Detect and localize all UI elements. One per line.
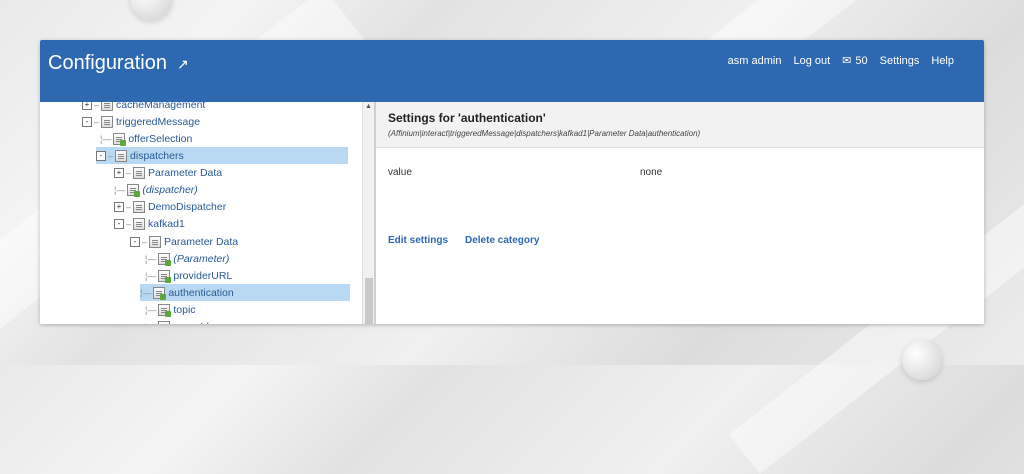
config-tree: + – cacheManagement - – triggeredMessage ¦— off… — [40, 102, 374, 324]
tree-connector: – — [94, 102, 100, 110]
tree-node-label: authentication — [168, 286, 234, 299]
tree-node-label: Parameter Data — [164, 235, 239, 248]
top-nav: asm admin Log out ✉ 50 Settings Help — [727, 54, 954, 68]
tree-node[interactable]: - – kafkad1 — [114, 215, 185, 232]
tree-node[interactable]: ¦— providerURL — [145, 267, 232, 284]
tree-connector: ¦— — [114, 184, 126, 195]
expand-icon[interactable]: + — [114, 167, 124, 178]
setting-icon — [113, 132, 127, 146]
mail-count: 50 — [855, 54, 868, 67]
expand-icon[interactable]: + — [114, 201, 124, 212]
tree-node[interactable]: ¦— topic — [145, 301, 196, 318]
tree-connector: – — [142, 236, 148, 247]
setting-icon — [158, 303, 172, 317]
tree-node-label: DemoDispatcher — [148, 200, 227, 213]
tree-node-label: dispatchers — [130, 149, 184, 162]
decorative-orb — [902, 340, 942, 380]
collapse-icon[interactable]: - — [114, 218, 124, 229]
tree-connector: ¦— — [145, 270, 157, 281]
tree-node-label: Parameter Data — [148, 166, 223, 179]
tree-node-label: topic — [173, 303, 196, 316]
envelope-icon: ✉ — [842, 55, 852, 67]
setting-icon — [127, 183, 141, 197]
delete-category-link[interactable]: Delete category — [465, 235, 539, 246]
category-icon — [149, 235, 162, 248]
tree-node[interactable]: + – Parameter Data — [114, 164, 222, 181]
mail-button[interactable]: ✉ 50 — [842, 54, 868, 68]
tree-node[interactable]: + – DemoDispatcher — [114, 198, 226, 215]
setting-key: value — [388, 167, 412, 178]
tree-node-label: offerSelection — [128, 132, 193, 145]
tree-node[interactable]: - – triggeredMessage — [82, 113, 200, 130]
tree-node[interactable]: ¦— authentication — [140, 284, 350, 301]
collapse-icon[interactable]: - — [82, 116, 92, 127]
tree-node-label: (Parameter) — [173, 252, 230, 265]
scroll-up-icon[interactable]: ▲ — [365, 103, 372, 110]
setting-icon — [158, 320, 171, 324]
settings-path: (Affinium|interact|triggeredMessage|disp… — [388, 129, 701, 138]
tree-node-label: providerURL — [173, 269, 233, 282]
tree-node[interactable]: ¦— groupId — [145, 318, 209, 324]
tree-connector: ¦— — [140, 287, 152, 298]
category-icon — [133, 217, 146, 230]
tree-connector: ¦— — [145, 304, 157, 315]
edit-settings-link[interactable]: Edit settings — [388, 235, 448, 246]
tree-node-label: groupId — [173, 321, 209, 325]
tree-node[interactable]: + – cacheManagement — [82, 102, 205, 113]
user-name: asm admin — [727, 54, 782, 67]
tree-connector: – — [94, 116, 100, 127]
category-icon — [115, 149, 128, 162]
help-link[interactable]: Help — [931, 55, 954, 67]
tree-node-label: kafkad1 — [148, 217, 185, 230]
setting-icon — [153, 286, 167, 300]
settings-header: Settings for 'authentication' (Affinium|… — [376, 102, 984, 148]
settings-panel: Settings for 'authentication' (Affinium|… — [376, 102, 984, 324]
page-title[interactable]: Configuration ↗ — [48, 52, 189, 75]
expand-icon[interactable]: + — [82, 102, 92, 110]
tree-connector: – — [126, 201, 132, 212]
tree-connector: ¦— — [145, 322, 156, 325]
decorative-orb — [130, 0, 172, 20]
page-title-text: Configuration — [48, 52, 167, 74]
scrollbar-thumb[interactable] — [365, 278, 373, 324]
tree-connector: – — [126, 218, 132, 229]
category-icon — [101, 115, 114, 128]
tree-node[interactable]: ¦— offerSelection — [100, 130, 192, 147]
configuration-window: Configuration ↗ asm admin Log out ✉ 50 S… — [40, 40, 984, 324]
tree-node[interactable]: ¦— (Parameter) — [145, 250, 229, 267]
tree-connector: ¦— — [145, 253, 157, 264]
setting-value: none — [640, 167, 663, 178]
external-link-icon[interactable]: ↗ — [177, 56, 189, 73]
tree-node-label: (dispatcher) — [142, 183, 198, 196]
tree-connector: – — [108, 150, 114, 161]
settings-heading: Settings for 'authentication' — [388, 111, 546, 125]
tree-node[interactable]: - – Parameter Data — [130, 233, 238, 250]
tree-node-label: cacheManagement — [116, 102, 206, 111]
tree-connector: ¦— — [100, 133, 112, 144]
category-icon — [101, 102, 114, 111]
tree-node-label: triggeredMessage — [116, 115, 201, 128]
tree-node[interactable]: ¦— (dispatcher) — [114, 181, 198, 198]
category-icon — [133, 200, 146, 213]
category-icon — [133, 166, 146, 179]
logout-link[interactable]: Log out — [793, 55, 830, 67]
setting-icon — [158, 252, 172, 266]
tree-node[interactable]: - – dispatchers — [96, 147, 348, 164]
settings-link[interactable]: Settings — [880, 55, 920, 67]
collapse-icon[interactable]: - — [130, 236, 140, 247]
setting-icon — [158, 269, 172, 283]
top-bar: Configuration ↗ asm admin Log out ✉ 50 S… — [40, 40, 984, 102]
collapse-icon[interactable]: - — [96, 150, 106, 161]
tree-connector: – — [126, 167, 132, 178]
